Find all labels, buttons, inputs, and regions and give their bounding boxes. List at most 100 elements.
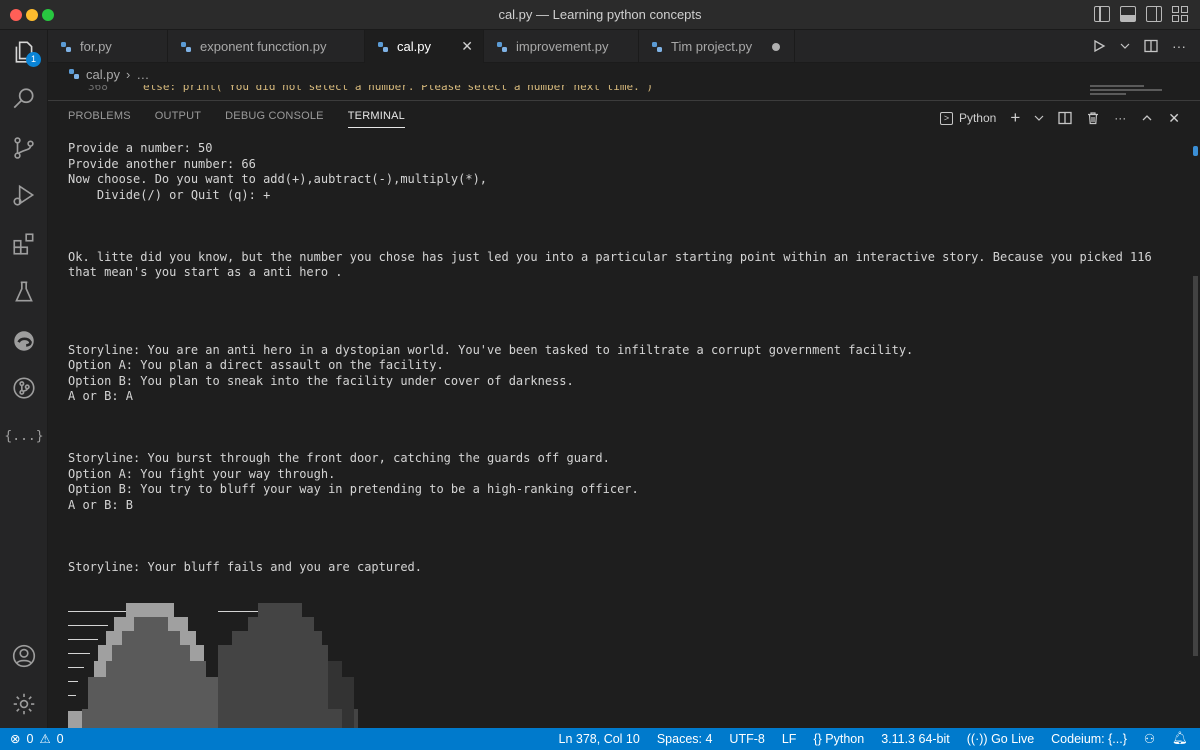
unsaved-dot-icon[interactable] [772,42,780,51]
go-live-label: Go Live [991,731,1035,746]
tab-for-py[interactable]: for.py [48,30,168,63]
breadcrumb: cal.py › … [48,63,1200,85]
python-file-icon [69,69,79,79]
run-file-icon[interactable] [1092,39,1106,53]
toggle-primary-sidebar-icon[interactable] [1094,6,1110,22]
close-tab-icon[interactable]: ✕ [461,38,473,55]
split-terminal-icon[interactable] [1058,111,1072,125]
line-number: 368 [88,85,108,93]
error-count[interactable]: 0 [26,732,33,746]
more-actions-icon[interactable]: ··· [1114,111,1126,125]
git-graph-icon[interactable] [0,366,48,410]
python-interpreter[interactable]: 3.11.3 64-bit [881,732,950,746]
bottom-panel: PROBLEMS OUTPUT DEBUG CONSOLE TERMINAL >… [48,100,1200,729]
toggle-panel-icon[interactable] [1120,6,1136,22]
editor-code-area[interactable]: 368 else: print("You did not select a nu… [48,85,1200,100]
account-icon[interactable] [0,634,48,678]
warning-count[interactable]: 0 [57,732,64,746]
python-file-icon [61,41,71,52]
extensions-icon[interactable] [0,222,48,266]
notifications-bell-icon[interactable]: 🔔︎ [1172,731,1188,746]
search-icon[interactable] [0,77,48,121]
python-file-icon [652,41,662,52]
source-control-icon[interactable] [0,126,48,170]
error-icon[interactable]: ⊗ [10,731,20,746]
settings-gear-icon[interactable] [0,682,48,726]
warning-icon[interactable]: ⚠ [39,731,50,746]
window-title: cal.py — Learning python concepts [498,7,702,22]
terminal-line: Option A: You plan a direct assault on t… [68,358,444,372]
end-of-line[interactable]: LF [782,732,797,746]
more-actions-icon[interactable]: ··· [1172,38,1186,54]
editor-tab-bar: for.py exponent funcction.py cal.py ✕ im… [48,30,1200,63]
new-terminal-plus-icon[interactable]: + [1010,108,1020,128]
customize-layout-icon[interactable] [1172,6,1188,22]
tab-label: improvement.py [516,39,609,54]
chevron-down-icon[interactable] [1034,113,1044,123]
chevron-down-icon[interactable] [1120,41,1130,51]
feedback-person-icon[interactable]: ⚇ [1144,731,1155,746]
testing-flask-icon[interactable] [0,270,48,314]
breadcrumb-file[interactable]: cal.py [86,67,120,82]
language-label: Python [825,731,865,746]
scroll-marker [1193,146,1198,156]
terminal-line: Provide a number: 50 [68,141,213,155]
trash-icon[interactable] [1086,111,1100,125]
json-braces-icon[interactable]: {...} [0,414,48,458]
cursor-position[interactable]: Ln 378, Col 10 [559,732,640,746]
breadcrumb-separator: › [125,66,131,82]
codeium-status[interactable]: Codeium: {...} [1051,732,1127,746]
run-debug-icon[interactable] [0,173,48,217]
tab-terminal[interactable]: TERMINAL [347,110,405,128]
minimap[interactable] [1090,83,1180,99]
tab-output[interactable]: OUTPUT [155,110,201,128]
status-bar: ⊗ 0 ⚠ 0 Ln 378, Col 10 Spaces: 4 UTF-8 L… [0,728,1200,750]
terminal-line: Ok. litte did you know, but the number y… [68,249,1159,280]
tab-cal-py[interactable]: cal.py ✕ [365,30,484,63]
close-panel-icon[interactable]: ✕ [1168,110,1180,127]
terminal-line: Option B: You plan to sneak into the fac… [68,373,574,388]
toggle-secondary-sidebar-icon[interactable] [1146,6,1162,22]
terminal-line: A or B: A [68,389,134,403]
terminal-line: Provide another number: 66 [68,156,256,171]
python-file-icon [181,41,191,52]
split-editor-icon[interactable] [1144,39,1158,53]
edge-browser-icon[interactable] [0,319,48,363]
breadcrumb-more[interactable]: … [136,67,149,82]
language-mode[interactable]: {} Python [813,732,864,746]
go-live[interactable]: ((·)) Go Live [967,732,1034,746]
explorer-icon[interactable]: 1 [0,30,48,74]
tab-label: cal.py [397,39,431,54]
python-file-icon [378,41,388,52]
indentation[interactable]: Spaces: 4 [657,732,713,746]
explorer-badge: 1 [26,52,41,67]
tab-exponent-function-py[interactable]: exponent funcction.py [168,30,365,63]
tab-tim-project-py[interactable]: Tim project.py [639,30,795,63]
python-file-icon [497,41,507,52]
tab-problems[interactable]: PROBLEMS [68,110,131,128]
maximize-panel-icon[interactable] [1140,111,1154,125]
tab-debug-console[interactable]: DEBUG CONSOLE [225,110,324,128]
tab-label: for.py [80,39,112,54]
tab-label: exponent funcction.py [200,39,327,54]
terminal-line: A or B: B [68,497,134,512]
terminal-line: Now choose. Do you want to add(+),aubtra… [68,172,488,186]
terminal-line: Option B: You try to bluff your way in p… [68,482,639,496]
terminal-line: Divide(/) or Quit (q): + [68,187,271,202]
braces-icon: {} [813,731,826,746]
tab-improvement-py[interactable]: improvement.py [484,30,639,63]
terminal-selector[interactable]: > Python [939,111,996,125]
terminal-scrollbar[interactable] [1193,276,1198,656]
encoding[interactable]: UTF-8 [729,732,764,746]
title-bar: cal.py — Learning python concepts [0,0,1200,30]
